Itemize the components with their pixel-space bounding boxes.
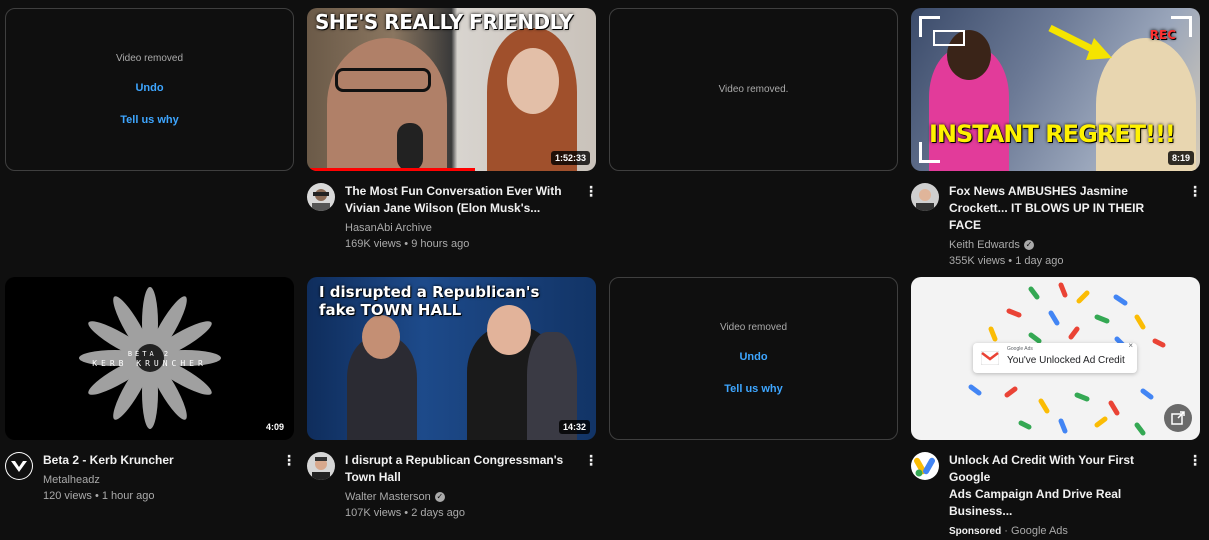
thumbnail-caption-line2: fake TOWN HALL — [319, 301, 462, 319]
watch-progress-bar — [307, 168, 475, 171]
title-line: Fox News AMBUSHES Jasmine — [949, 184, 1128, 198]
metalheadz-logo-icon — [6, 453, 32, 479]
video-card-hasan[interactable]: SHE'S REALLY FRIENDLY 1:52:33 The Most F… — [307, 8, 598, 252]
tell-us-why-button[interactable]: Tell us why — [120, 114, 178, 126]
removed-message: Video removed. — [718, 84, 789, 95]
channel-name[interactable]: HasanAbi Archive — [345, 220, 574, 236]
channel-avatar[interactable] — [911, 183, 939, 211]
removed-video-card-3: Video removed Undo Tell us why — [609, 277, 898, 440]
removed-message: Video removed — [719, 322, 788, 333]
video-card-beta[interactable]: BETA 2 KERB KRUNCHER 4:09 Beta 2 - Kerb … — [5, 277, 296, 504]
video-stats: 107K views • 2 days ago — [345, 507, 466, 519]
removed-video-placeholder: Video removed Undo Tell us why — [609, 277, 898, 440]
sponsored-label: Sponsored — [949, 526, 1002, 537]
ad-credit-banner: Google Ads You've Unlocked Ad Credit × — [973, 341, 1137, 373]
video-thumbnail[interactable]: I disrupted a Republican's fake TOWN HAL… — [307, 277, 596, 440]
figure-left-head — [362, 315, 400, 359]
undo-button[interactable]: Undo — [739, 351, 767, 363]
removed-video-placeholder: Video removed Undo Tell us why — [5, 8, 294, 171]
title-line: Unlock Ad Credit With Your First Google — [949, 453, 1135, 484]
channel-avatar[interactable] — [307, 183, 335, 211]
ad-attribution: Sponsored · Google Ads — [949, 523, 1178, 540]
advertiser-avatar[interactable] — [911, 452, 939, 480]
thumbnail-track: KERB KRUNCHER — [92, 359, 207, 368]
sponsored-separator: · — [1004, 525, 1008, 537]
channel-name[interactable]: Metalheadz — [43, 472, 272, 488]
ad-banner-brand: Google Ads — [1007, 346, 1033, 352]
microphone — [397, 123, 423, 171]
removed-video-card-2: Video removed. — [609, 8, 898, 171]
tell-us-why-button[interactable]: Tell us why — [724, 383, 782, 395]
video-thumbnail[interactable]: BETA 2 KERB KRUNCHER 4:09 — [5, 277, 294, 440]
ad-banner-text: You've Unlocked Ad Credit — [1007, 355, 1125, 366]
open-external-icon[interactable] — [1164, 404, 1192, 432]
video-title[interactable]: Fox News AMBUSHES Jasmine Crockett... IT… — [949, 183, 1178, 234]
video-duration: 4:09 — [261, 420, 288, 434]
rec-indicator: REC — [1149, 28, 1176, 42]
more-options-icon[interactable]: ⋮ — [584, 452, 598, 472]
ad-title[interactable]: Unlock Ad Credit With Your First Google … — [949, 452, 1178, 520]
thumbnail-caption: INSTANT REGRET!!! — [929, 120, 1176, 148]
video-card-walter[interactable]: I disrupted a Republican's fake TOWN HAL… — [307, 277, 598, 521]
more-options-icon[interactable]: ⋮ — [1188, 183, 1202, 203]
channel-avatar[interactable] — [307, 452, 335, 480]
video-title[interactable]: Beta 2 - Kerb Kruncher — [43, 452, 272, 469]
video-duration: 14:32 — [558, 420, 590, 434]
glasses — [335, 68, 431, 92]
verified-check-icon: ✓ — [434, 492, 445, 503]
video-stats: 355K views • 1 day ago — [949, 255, 1064, 267]
title-line: Crockett... IT BLOWS UP IN THEIR FACE — [949, 201, 1145, 232]
more-options-icon[interactable]: ⋮ — [282, 452, 296, 472]
channel-avatar[interactable] — [5, 452, 33, 480]
close-icon: × — [1128, 341, 1133, 350]
channel-label: Keith Edwards — [949, 239, 1020, 251]
gmail-icon — [981, 351, 999, 365]
removed-video-placeholder: Video removed. — [609, 8, 898, 171]
battery-icon — [933, 30, 965, 46]
video-title[interactable]: The Most Fun Conversation Ever With Vivi… — [345, 183, 574, 217]
video-duration: 1:52:33 — [550, 151, 590, 165]
title-line: I disrupt a Republican Congressman's — [345, 453, 564, 467]
video-thumbnail[interactable]: REC INSTANT REGRET!!! 8:19 — [911, 8, 1200, 171]
video-stats: 120 views • 1 hour ago — [43, 490, 155, 502]
title-line: Vivian Jane Wilson (Elon Musk's... — [345, 201, 541, 215]
more-options-icon[interactable]: ⋮ — [1188, 452, 1202, 472]
guest-face — [507, 48, 559, 114]
removed-video-card-1: Video removed Undo Tell us why — [5, 8, 294, 171]
ad-thumbnail[interactable]: Google Ads You've Unlocked Ad Credit × — [911, 277, 1200, 440]
video-card-fox[interactable]: REC INSTANT REGRET!!! 8:19 Fox News AMBU… — [911, 8, 1202, 269]
more-options-icon[interactable]: ⋮ — [584, 183, 598, 203]
video-stats: 169K views • 9 hours ago — [345, 238, 470, 250]
avatar-face-icon — [312, 457, 330, 480]
video-title[interactable]: I disrupt a Republican Congressman's Tow… — [345, 452, 574, 486]
arrow-icon — [1048, 24, 1112, 60]
thumbnail-caption: SHE'S REALLY FRIENDLY — [315, 10, 573, 34]
ad-card-google[interactable]: Google Ads You've Unlocked Ad Credit × U… — [911, 277, 1202, 540]
channel-name[interactable]: Keith Edwards ✓ — [949, 237, 1178, 253]
advertiser-name[interactable]: Google Ads — [1011, 525, 1068, 537]
host-figure — [327, 38, 447, 171]
thumbnail-artist: BETA 2 — [127, 350, 172, 358]
video-thumbnail[interactable]: SHE'S REALLY FRIENDLY 1:52:33 — [307, 8, 596, 171]
verified-check-icon: ✓ — [1023, 240, 1034, 251]
channel-label: Walter Masterson — [345, 491, 431, 503]
figure-center-head — [487, 305, 531, 355]
undo-button[interactable]: Undo — [135, 82, 163, 94]
title-line: The Most Fun Conversation Ever With — [345, 184, 562, 198]
external-link-icon — [1171, 411, 1185, 425]
title-line: Ads Campaign And Drive Real Business... — [949, 487, 1122, 518]
channel-name[interactable]: Walter Masterson ✓ — [345, 489, 574, 505]
video-duration: 8:19 — [1167, 151, 1194, 165]
google-ads-logo-icon — [914, 457, 935, 477]
thumbnail-caption-line1: I disrupted a Republican's — [319, 283, 540, 301]
removed-message: Video removed — [115, 53, 184, 64]
flower-artwork — [79, 287, 221, 429]
avatar-face-icon — [312, 189, 330, 211]
avatar-face-icon — [916, 189, 934, 211]
title-line: Town Hall — [345, 470, 401, 484]
